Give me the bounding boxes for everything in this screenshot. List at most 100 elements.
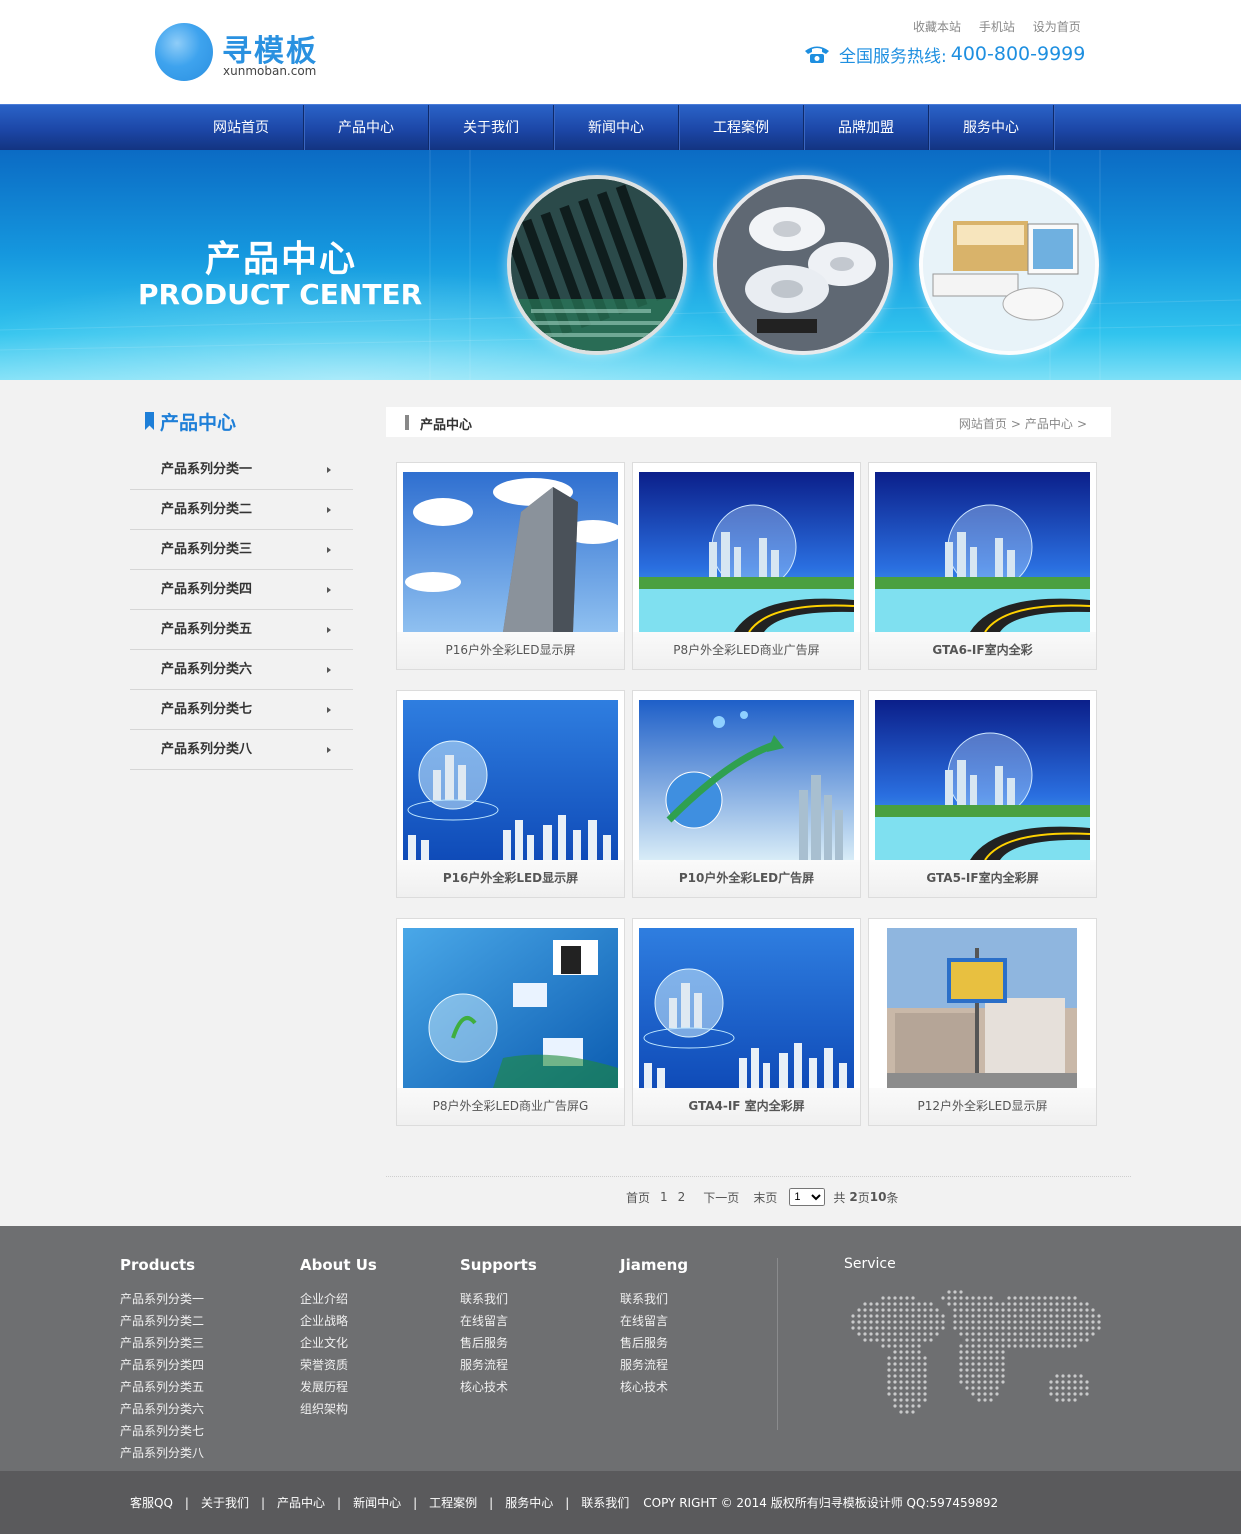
bottom-link[interactable]: 工程案例 xyxy=(429,1496,477,1510)
sidebar-category-item[interactable]: 产品系列分类五 xyxy=(130,610,353,650)
sidebar-category-item[interactable]: 产品系列分类四 xyxy=(130,570,353,610)
product-image[interactable] xyxy=(403,700,618,860)
product-image[interactable] xyxy=(639,700,854,860)
product-caption[interactable]: GTA4-IF 室内全彩屏 xyxy=(633,1088,860,1125)
footer-link[interactable]: 售后服务 xyxy=(620,1332,688,1354)
footer-link[interactable]: 产品系列分类一 xyxy=(120,1288,204,1310)
nav-item[interactable]: 网站首页 xyxy=(179,105,304,151)
bookmark-icon xyxy=(145,412,154,430)
section-marker xyxy=(405,415,409,430)
footer-column-title: Jiameng xyxy=(620,1256,689,1274)
product-image[interactable] xyxy=(639,928,854,1088)
footer-link[interactable]: 发展历程 xyxy=(300,1376,377,1398)
bottom-link[interactable]: 关于我们 xyxy=(201,1496,249,1510)
breadcrumb-home-link[interactable]: 网站首页 xyxy=(959,417,1007,431)
product-caption[interactable]: P8户外全彩LED商业广告屏G xyxy=(397,1088,624,1125)
footer-link[interactable]: 企业战略 xyxy=(300,1310,377,1332)
nav-item[interactable]: 工程案例 xyxy=(679,105,804,151)
sidebar-category-item[interactable]: 产品系列分类一 xyxy=(130,450,353,490)
footer-link[interactable]: 产品系列分类七 xyxy=(120,1420,204,1442)
product-card[interactable]: P8户外全彩LED商业广告屏 xyxy=(632,462,861,670)
footer-link[interactable]: 企业文化 xyxy=(300,1332,377,1354)
footer-link[interactable]: 产品系列分类四 xyxy=(120,1354,204,1376)
sidebar-category-item[interactable]: 产品系列分类六 xyxy=(130,650,353,690)
product-card[interactable]: P10户外全彩LED广告屏 xyxy=(632,690,861,898)
footer-column-title: About Us xyxy=(300,1256,377,1274)
pager-total-pages: 2 xyxy=(849,1190,858,1204)
product-card[interactable]: GTA6-IF室内全彩 xyxy=(868,462,1097,670)
footer-link[interactable]: 联系我们 xyxy=(460,1288,537,1310)
footer-link[interactable]: 荣誉资质 xyxy=(300,1354,377,1376)
mobile-site-link[interactable]: 手机站 xyxy=(979,20,1015,34)
footer-link[interactable]: 在线留言 xyxy=(460,1310,537,1332)
product-caption[interactable]: GTA5-IF室内全彩屏 xyxy=(869,860,1096,897)
breadcrumb-products-link[interactable]: 产品中心 xyxy=(1025,417,1073,431)
footer-link[interactable]: 核心技术 xyxy=(460,1376,537,1398)
bottom-link[interactable]: 服务中心 xyxy=(505,1496,553,1510)
logo-icon[interactable] xyxy=(155,23,213,81)
bottom-link[interactable]: 产品中心 xyxy=(277,1496,325,1510)
product-image[interactable] xyxy=(875,700,1090,860)
nav-item[interactable]: 品牌加盟 xyxy=(804,105,929,151)
nav-item[interactable]: 关于我们 xyxy=(429,105,554,151)
footer-link[interactable]: 产品系列分类二 xyxy=(120,1310,204,1332)
content-header: 产品中心 网站首页 > 产品中心 > xyxy=(386,407,1111,437)
bottom-link[interactable]: 联系我们 xyxy=(581,1496,629,1510)
product-caption[interactable]: P8户外全彩LED商业广告屏 xyxy=(633,632,860,669)
footer-link[interactable]: 产品系列分类三 xyxy=(120,1332,204,1354)
banner-circuit-board-image xyxy=(507,175,687,355)
sidebar-category-item[interactable]: 产品系列分类七 xyxy=(130,690,353,730)
product-card[interactable]: GTA5-IF室内全彩屏 xyxy=(868,690,1097,898)
footer-link[interactable]: 产品系列分类五 xyxy=(120,1376,204,1398)
sidebar-category-item[interactable]: 产品系列分类八 xyxy=(130,730,353,770)
bottom-link[interactable]: 新闻中心 xyxy=(353,1496,401,1510)
sidebar-category-item[interactable]: 产品系列分类三 xyxy=(130,530,353,570)
footer-link[interactable]: 在线留言 xyxy=(620,1310,688,1332)
footer-link[interactable]: 产品系列分类六 xyxy=(120,1398,204,1420)
pager-page-1[interactable]: 1 xyxy=(660,1190,668,1204)
footer-link[interactable]: 服务流程 xyxy=(620,1354,688,1376)
product-image[interactable] xyxy=(875,928,1090,1088)
pager-pages-word: 页 xyxy=(857,1190,870,1205)
pager-page-select[interactable]: 1 xyxy=(789,1188,826,1206)
product-caption[interactable]: GTA6-IF室内全彩 xyxy=(869,632,1096,669)
product-caption[interactable]: P12户外全彩LED显示屏 xyxy=(869,1088,1096,1125)
footer-link[interactable]: 核心技术 xyxy=(620,1376,688,1398)
product-card[interactable]: P8户外全彩LED商业广告屏G xyxy=(396,918,625,1126)
breadcrumb-separator: > xyxy=(1076,417,1087,431)
bottom-link[interactable]: 客服QQ xyxy=(130,1496,173,1510)
banner-products-image xyxy=(919,175,1099,355)
product-card[interactable]: P12户外全彩LED显示屏 xyxy=(868,918,1097,1126)
product-caption[interactable]: P16户外全彩LED显示屏 xyxy=(397,860,624,897)
arrow-right-icon xyxy=(327,667,331,673)
footer-link[interactable]: 服务流程 xyxy=(460,1354,537,1376)
footer-link[interactable]: 售后服务 xyxy=(460,1332,537,1354)
product-card[interactable]: GTA4-IF 室内全彩屏 xyxy=(632,918,861,1126)
footer-link[interactable]: 企业介绍 xyxy=(300,1288,377,1310)
pager-page-2[interactable]: 2 xyxy=(678,1190,686,1204)
pager-next-link[interactable]: 下一页 xyxy=(703,1189,739,1206)
product-image[interactable] xyxy=(403,472,618,632)
product-image[interactable] xyxy=(875,472,1090,632)
product-image[interactable] xyxy=(639,472,854,632)
service-hotline: 全国服务热线: 400-800-9999 xyxy=(803,41,1085,67)
sidebar-category-list: 产品系列分类一 产品系列分类二 产品系列分类三 产品系列分类四 产品系列分类五 产品系列分… xyxy=(130,450,353,770)
product-card[interactable]: P16户外全彩LED显示屏 xyxy=(396,462,625,670)
footer-link[interactable]: 组织架构 xyxy=(300,1398,377,1420)
bookmark-site-link[interactable]: 收藏本站 xyxy=(913,20,961,34)
product-card[interactable]: P16户外全彩LED显示屏 xyxy=(396,690,625,898)
nav-item[interactable]: 新闻中心 xyxy=(554,105,679,151)
nav-item[interactable]: 服务中心 xyxy=(929,105,1054,151)
product-caption[interactable]: P16户外全彩LED显示屏 xyxy=(397,632,624,669)
nav-item[interactable]: 产品中心 xyxy=(304,105,429,151)
arrow-right-icon xyxy=(327,467,331,473)
pager-last-link[interactable]: 末页 xyxy=(753,1189,777,1206)
footer-link[interactable]: 产品系列分类八 xyxy=(120,1442,204,1464)
pager-first-link[interactable]: 首页 xyxy=(626,1189,650,1206)
product-caption[interactable]: P10户外全彩LED广告屏 xyxy=(633,860,860,897)
product-image[interactable] xyxy=(403,928,618,1088)
main-nav: 网站首页 产品中心 关于我们 新闻中心 工程案例 品牌加盟 服务中心 xyxy=(0,104,1241,151)
footer-link[interactable]: 联系我们 xyxy=(620,1288,688,1310)
sidebar-category-item[interactable]: 产品系列分类二 xyxy=(130,490,353,530)
set-homepage-link[interactable]: 设为首页 xyxy=(1033,20,1081,34)
